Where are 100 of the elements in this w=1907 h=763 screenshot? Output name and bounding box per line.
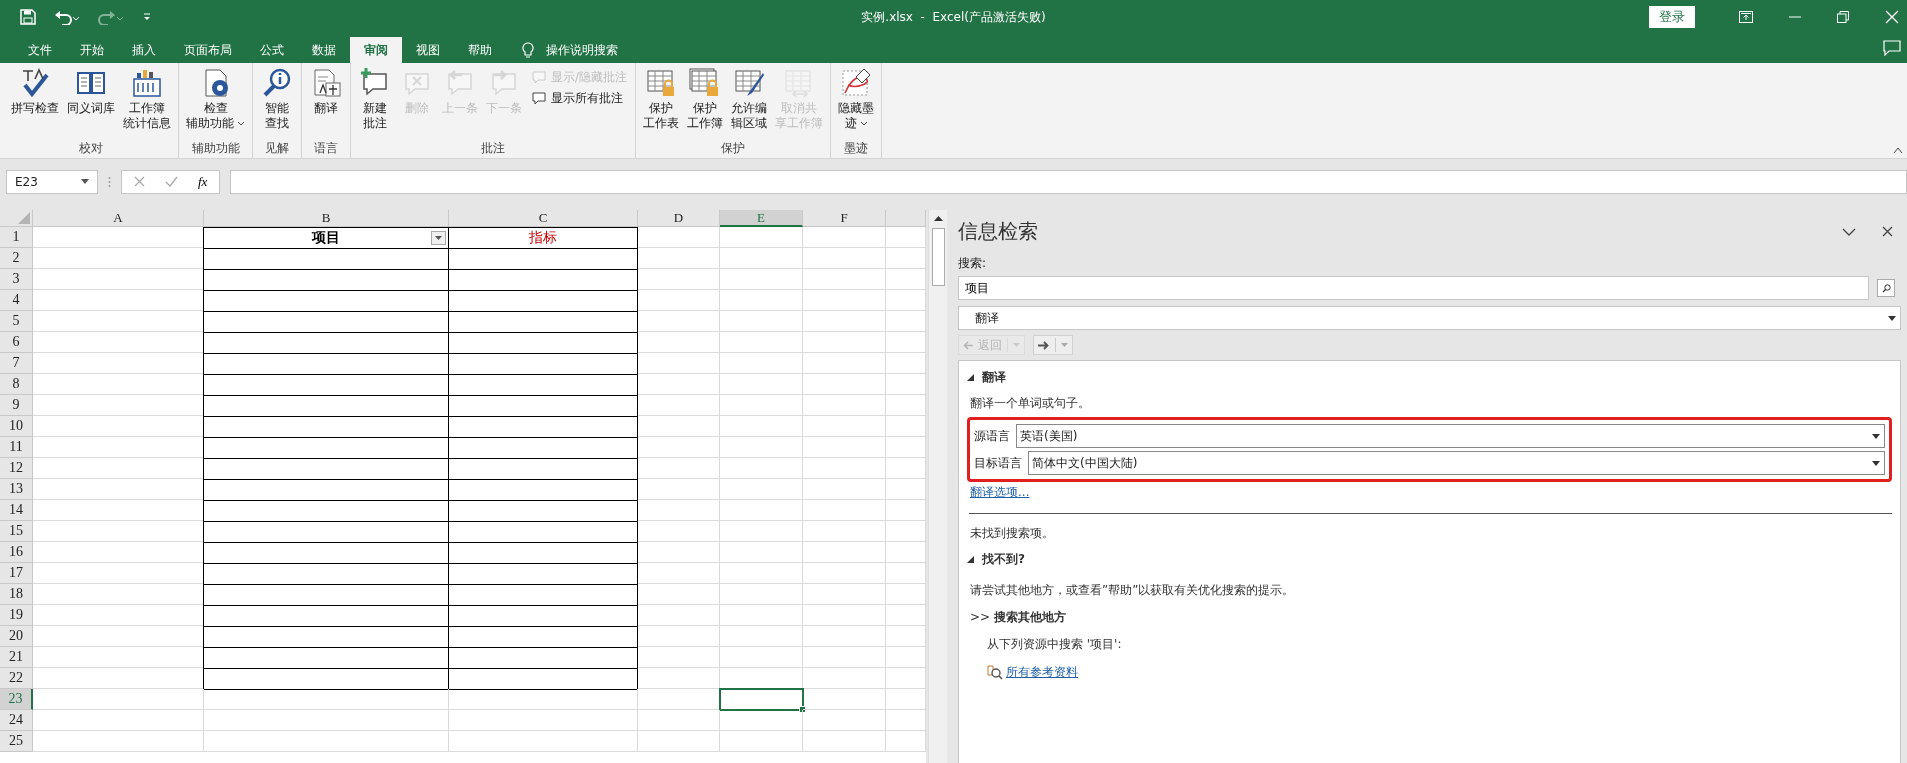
grid-cell[interactable] bbox=[803, 248, 886, 269]
row-header[interactable]: 24 bbox=[0, 710, 33, 731]
grid-cell[interactable] bbox=[720, 437, 803, 458]
grid-cell[interactable] bbox=[33, 710, 204, 731]
grid-cell[interactable] bbox=[720, 458, 803, 479]
ribbon-tab[interactable]: 开始 bbox=[66, 37, 118, 63]
undo-icon[interactable] bbox=[54, 9, 80, 25]
grid-cell[interactable] bbox=[803, 710, 886, 731]
row-header[interactable]: 12 bbox=[0, 458, 33, 479]
row-header[interactable]: 25 bbox=[0, 731, 33, 752]
row-header[interactable]: 10 bbox=[0, 416, 33, 437]
row-header[interactable]: 17 bbox=[0, 563, 33, 584]
save-icon[interactable] bbox=[20, 9, 36, 25]
row-header[interactable]: 22 bbox=[0, 668, 33, 689]
ribbon-tab[interactable]: 数据 bbox=[298, 37, 350, 63]
column-header[interactable]: E bbox=[720, 210, 803, 227]
grid-cell[interactable] bbox=[720, 416, 803, 437]
grid-cell[interactable] bbox=[720, 248, 803, 269]
grid-cell[interactable] bbox=[638, 458, 720, 479]
tell-me-search[interactable]: 操作说明搜索 bbox=[506, 37, 624, 63]
customize-icon[interactable] bbox=[142, 12, 152, 22]
grid-cell[interactable] bbox=[886, 479, 926, 500]
grid-cell[interactable] bbox=[720, 605, 803, 626]
row-header[interactable]: 5 bbox=[0, 311, 33, 332]
ribbon-button[interactable]: 允许编 辑区域 bbox=[728, 65, 771, 140]
sign-in-button[interactable]: 登录 bbox=[1649, 6, 1695, 28]
scroll-thumb[interactable] bbox=[931, 228, 945, 286]
row-header[interactable]: 20 bbox=[0, 626, 33, 647]
grid-cell[interactable] bbox=[886, 458, 926, 479]
ribbon-button[interactable]: 隐藏墨 迹 bbox=[835, 65, 878, 140]
grid-cell[interactable] bbox=[886, 647, 926, 668]
grid-cell[interactable] bbox=[638, 542, 720, 563]
grid-cell[interactable] bbox=[886, 710, 926, 731]
check-icon[interactable] bbox=[165, 176, 178, 187]
grid-cell[interactable] bbox=[886, 353, 926, 374]
grid-cell[interactable] bbox=[803, 458, 886, 479]
grid-cell[interactable] bbox=[803, 479, 886, 500]
row-header[interactable]: 18 bbox=[0, 584, 33, 605]
row-header[interactable]: 19 bbox=[0, 605, 33, 626]
grid-cell[interactable] bbox=[886, 521, 926, 542]
source-dropdown[interactable]: 翻译 bbox=[958, 306, 1901, 330]
grid-cell[interactable] bbox=[886, 311, 926, 332]
grid-cell[interactable] bbox=[720, 521, 803, 542]
ribbon-button[interactable]: 保护 工作表 bbox=[640, 65, 683, 140]
row-header[interactable]: 1 bbox=[0, 227, 33, 248]
close-icon[interactable] bbox=[1882, 226, 1893, 237]
grid-cell[interactable] bbox=[803, 416, 886, 437]
scrollbar[interactable] bbox=[928, 210, 947, 763]
grid-cell[interactable] bbox=[803, 353, 886, 374]
row-header[interactable]: 13 bbox=[0, 479, 33, 500]
minimize-icon[interactable] bbox=[1789, 16, 1801, 18]
grid-cell[interactable] bbox=[638, 521, 720, 542]
grid-cell[interactable] bbox=[720, 332, 803, 353]
active-cell[interactable] bbox=[720, 689, 803, 710]
section-toggle[interactable]: 找不到? bbox=[967, 547, 1025, 572]
grid-cell[interactable] bbox=[886, 248, 926, 269]
language-dropdown[interactable]: 英语(美国) bbox=[1016, 424, 1885, 448]
sources-link[interactable]: 所有参考资料 bbox=[1006, 664, 1078, 681]
grid-cell[interactable] bbox=[803, 584, 886, 605]
grid-cell[interactable] bbox=[638, 626, 720, 647]
row-header[interactable]: 14 bbox=[0, 500, 33, 521]
grid-cell[interactable] bbox=[803, 647, 886, 668]
ribbon-button[interactable]: 保护 工作簿 bbox=[684, 65, 727, 140]
grid-cell[interactable] bbox=[638, 227, 720, 248]
chevron-down-icon[interactable] bbox=[1842, 227, 1856, 236]
grid-cell[interactable] bbox=[638, 563, 720, 584]
grid-cell[interactable] bbox=[638, 416, 720, 437]
grid-cell[interactable] bbox=[33, 689, 204, 710]
grid-cell[interactable] bbox=[204, 710, 449, 731]
search-field[interactable]: 项目 bbox=[958, 276, 1869, 300]
grid-cell[interactable] bbox=[449, 689, 638, 710]
grid-cell[interactable] bbox=[638, 395, 720, 416]
grid-cell[interactable] bbox=[720, 290, 803, 311]
grid-cell[interactable] bbox=[886, 584, 926, 605]
grid-cell[interactable] bbox=[720, 269, 803, 290]
grid-cell[interactable] bbox=[638, 290, 720, 311]
grid-cell[interactable] bbox=[638, 668, 720, 689]
row-header[interactable]: 23 bbox=[0, 689, 33, 710]
row-header[interactable]: 3 bbox=[0, 269, 33, 290]
select-all-icon[interactable] bbox=[18, 212, 30, 224]
forward-button[interactable] bbox=[1033, 335, 1073, 355]
ribbon-tab[interactable]: 审阅 bbox=[350, 37, 402, 63]
grid-cell[interactable] bbox=[449, 710, 638, 731]
grid-cell[interactable] bbox=[886, 395, 926, 416]
grid-cell[interactable] bbox=[720, 584, 803, 605]
ribbon-tab[interactable]: 文件 bbox=[14, 37, 66, 63]
ribbon-button[interactable]: 拼写检查 bbox=[8, 65, 62, 140]
grid-cell[interactable] bbox=[886, 227, 926, 248]
row-header[interactable]: 4 bbox=[0, 290, 33, 311]
grid-cell[interactable] bbox=[803, 227, 886, 248]
grid-cell[interactable] bbox=[720, 395, 803, 416]
grid-cell[interactable] bbox=[803, 332, 886, 353]
grid-cell[interactable] bbox=[638, 647, 720, 668]
language-dropdown[interactable]: 简体中文(中国大陆) bbox=[1028, 451, 1885, 475]
filter-button[interactable] bbox=[431, 231, 446, 245]
grid-cell[interactable] bbox=[720, 731, 803, 752]
grid-cell[interactable] bbox=[886, 605, 926, 626]
grid-cell[interactable] bbox=[638, 479, 720, 500]
grid-cell[interactable] bbox=[886, 374, 926, 395]
grid-cell[interactable] bbox=[886, 689, 926, 710]
